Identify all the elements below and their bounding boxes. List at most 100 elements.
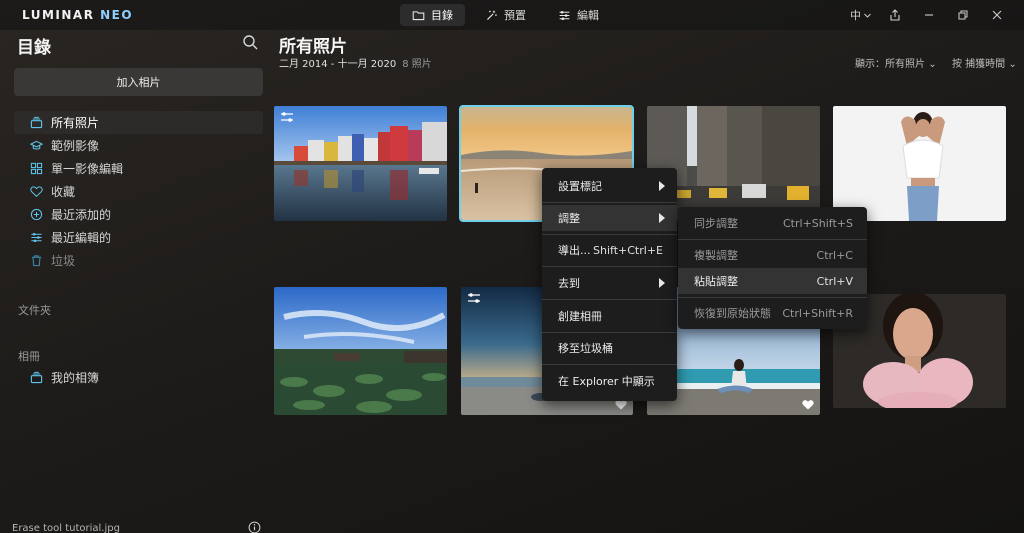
plus-circle-icon	[30, 208, 43, 221]
language-label: 中	[850, 9, 861, 22]
chevron-down-icon: ⌄	[928, 59, 937, 70]
sidebar-item-label: 收藏	[51, 185, 76, 199]
menu-item-label: 移至垃圾桶	[558, 342, 613, 355]
restore-button[interactable]	[946, 4, 980, 26]
language-dropdown[interactable]: 中	[844, 4, 878, 26]
menu-item-go-to[interactable]: 去到	[542, 270, 677, 296]
sidebar-item-all-photos[interactable]: 所有照片	[14, 111, 263, 134]
sidebar-title: 目錄	[17, 38, 51, 58]
menu-divider	[542, 299, 677, 300]
show-filter-dropdown[interactable]: 顯示：所有照片 ⌄	[855, 55, 937, 70]
sidebar-item-sample-images[interactable]: 範例影像	[14, 134, 263, 157]
adjustments-submenu: 同步調整 Ctrl+Shift+S 複製調整 Ctrl+C 粘貼調整 Ctrl+V 恢…	[678, 207, 867, 329]
context-menu: 設置標記 調整 導出... Shift+Ctrl+E 去到 創建相冊 移至垃圾桶 …	[542, 168, 677, 401]
photos-stack-icon	[30, 116, 43, 129]
date-range-text: 二月 2014 - 十一月 2020	[279, 59, 397, 70]
menu-item-shortcut: Ctrl+V	[816, 274, 853, 288]
album-item-label: 我的相簿	[51, 371, 100, 385]
menu-divider	[542, 332, 677, 333]
menu-item-label: 在 Explorer 中顯示	[558, 375, 655, 388]
logo-main: LUMINAR	[22, 8, 95, 22]
trash-icon	[31, 255, 42, 267]
menu-item-label: 恢復到原始狀態	[694, 307, 771, 320]
sidebar-item-recently-added[interactable]: 最近添加的	[14, 203, 263, 226]
submenu-item-revert-to-original[interactable]: 恢復到原始狀態 Ctrl+Shift+R	[678, 300, 867, 326]
photo-thumbnail-portrait-woman-white[interactable]	[833, 106, 1006, 221]
sidebar-item-label: 所有照片	[51, 116, 100, 130]
photo-count: 8 照片	[402, 59, 432, 70]
page-title: 所有照片	[279, 37, 347, 57]
folder-icon	[412, 10, 425, 20]
photo-colorful-houses	[274, 106, 447, 221]
logo-accent: NEO	[100, 8, 134, 22]
menu-divider	[542, 364, 677, 365]
sidebar-item-recently-edited[interactable]: 最近編輯的	[14, 226, 263, 249]
sidebar-item-label: 最近編輯的	[51, 231, 112, 245]
menu-item-label: 去到	[558, 277, 580, 290]
info-icon[interactable]	[248, 521, 261, 533]
menu-item-shortcut: Shift+Ctrl+E	[593, 243, 663, 257]
menu-item-show-in-explorer[interactable]: 在 Explorer 中顯示	[542, 368, 677, 394]
sidebar: 目錄 加入相片 所有照片 範例影像 單一影像編輯 收藏 最近添加的 最近編輯的	[0, 30, 275, 533]
menu-item-label: 複製調整	[694, 249, 738, 262]
photo-lotus-pond	[274, 287, 447, 415]
menu-item-label: 創建相冊	[558, 310, 602, 323]
title-bar: LUMINAR NEO 目錄 預置 編輯 中	[0, 0, 1024, 30]
graduation-cap-icon	[30, 140, 43, 150]
show-filter-label: 顯示：所有照片	[855, 59, 925, 70]
search-icon[interactable]	[242, 34, 258, 50]
menu-divider	[678, 297, 867, 298]
submenu-item-paste-adjustments[interactable]: 粘貼調整 Ctrl+V	[678, 268, 867, 294]
photo-thumbnail-colorful-houses[interactable]	[274, 106, 447, 221]
sort-label: 按 捕獲時間	[952, 59, 1006, 70]
magic-wand-icon	[487, 10, 497, 20]
photo-thumbnail-lotus-pond[interactable]	[274, 287, 447, 415]
add-photos-button[interactable]: 加入相片	[14, 68, 263, 96]
menu-item-label: 調整	[558, 212, 580, 225]
heart-icon	[30, 186, 43, 198]
tab-catalog[interactable]: 目錄	[400, 4, 465, 26]
submenu-item-sync-adjustments[interactable]: 同步調整 Ctrl+Shift+S	[678, 210, 867, 236]
sidebar-item-favorites[interactable]: 收藏	[14, 180, 263, 203]
sidebar-item-label: 範例影像	[51, 139, 100, 153]
close-icon	[992, 10, 1002, 20]
sort-dropdown[interactable]: 按 捕獲時間 ⌄	[952, 55, 1017, 70]
current-file-name: Erase tool tutorial.jpg	[12, 523, 120, 533]
menu-item-set-flag[interactable]: 設置標記	[542, 173, 677, 199]
albums-section-label: 相冊	[18, 350, 40, 363]
submenu-item-copy-adjustments[interactable]: 複製調整 Ctrl+C	[678, 242, 867, 268]
menu-item-move-to-trash[interactable]: 移至垃圾桶	[542, 335, 677, 361]
share-icon	[890, 9, 900, 21]
tab-edit[interactable]: 編輯	[546, 4, 611, 26]
tab-presets[interactable]: 預置	[473, 4, 538, 26]
menu-divider	[542, 202, 677, 203]
sidebar-item-my-album[interactable]: 我的相簿	[30, 369, 99, 386]
sidebar-item-label: 單一影像編輯	[51, 162, 124, 176]
minimize-icon	[925, 14, 933, 16]
menu-item-create-album[interactable]: 創建相冊	[542, 303, 677, 329]
tab-edit-label: 編輯	[577, 9, 599, 22]
favorite-heart-icon[interactable]	[802, 399, 814, 410]
menu-divider	[678, 239, 867, 240]
share-button[interactable]	[878, 4, 912, 26]
menu-item-shortcut: Ctrl+C	[816, 248, 853, 262]
minimize-button[interactable]	[912, 4, 946, 26]
sidebar-item-trash[interactable]: 垃圾	[14, 249, 263, 272]
album-icon	[30, 371, 43, 384]
menu-item-adjustments[interactable]: 調整	[542, 205, 677, 231]
tab-catalog-label: 目錄	[431, 9, 453, 22]
close-button[interactable]	[980, 4, 1014, 26]
menu-item-shortcut: Ctrl+Shift+R	[782, 306, 853, 320]
sliders-icon	[31, 232, 42, 243]
menu-item-shortcut: Ctrl+Shift+S	[783, 216, 853, 230]
restore-icon	[958, 10, 968, 20]
tab-presets-label: 預置	[504, 9, 526, 22]
chevron-down-icon	[864, 13, 871, 18]
submenu-arrow-icon	[659, 278, 665, 288]
menu-item-export[interactable]: 導出... Shift+Ctrl+E	[542, 237, 677, 263]
sidebar-item-single-image-edits[interactable]: 單一影像編輯	[14, 157, 263, 180]
date-range: 二月 2014 - 十一月 2020 8 照片	[279, 55, 432, 70]
menu-item-label: 同步調整	[694, 217, 738, 230]
submenu-arrow-icon	[659, 213, 665, 223]
menu-divider	[542, 234, 677, 235]
